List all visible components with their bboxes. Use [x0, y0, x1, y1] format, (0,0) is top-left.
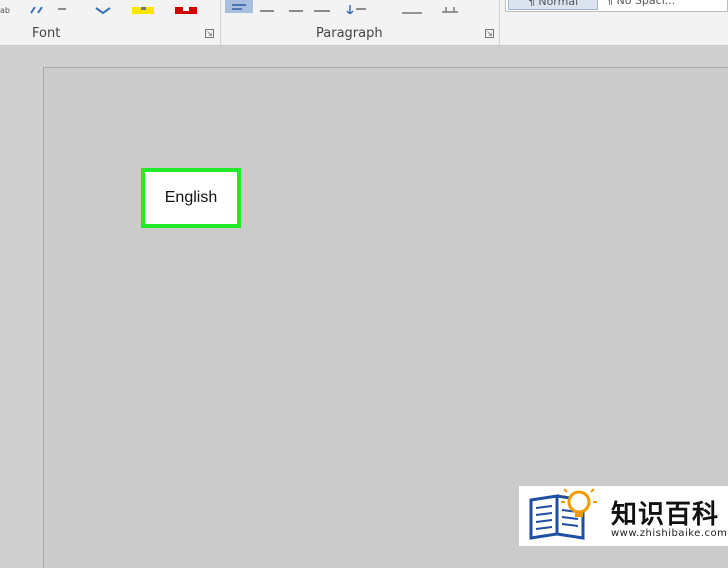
align-left-icon[interactable]	[225, 0, 253, 13]
document-area: English	[0, 46, 728, 568]
clear-formatting-icon[interactable]: ab	[0, 0, 20, 14]
highlight-icon[interactable]	[132, 0, 154, 14]
change-case-icon[interactable]	[30, 0, 46, 14]
font-color-icon[interactable]	[175, 0, 197, 14]
shading-icon[interactable]	[400, 0, 424, 14]
justify-icon[interactable]	[313, 0, 331, 12]
watermark-title: 知识百科	[611, 500, 720, 530]
ribbon: ab ¶ Normal ¶ No Spaci... Font ↘ Paragra…	[0, 0, 728, 46]
style-normal[interactable]: ¶ Normal	[508, 0, 598, 10]
watermark-logo: 知识百科 www.zhishibaike.com	[519, 486, 728, 546]
borders-icon[interactable]	[440, 0, 460, 13]
language-option-highlight[interactable]: English	[141, 168, 241, 228]
styles-gallery[interactable]: ¶ Normal ¶ No Spaci...	[505, 0, 728, 12]
align-right-icon[interactable]	[288, 0, 304, 12]
scissors-icon[interactable]	[94, 0, 112, 14]
center-icon[interactable]	[259, 0, 275, 12]
paragraph-group-label: Paragraph	[316, 26, 383, 41]
paragraph-dialog-launcher-icon[interactable]: ↘	[485, 29, 494, 38]
watermark-url: www.zhishibaike.com	[611, 528, 728, 539]
font-dialog-launcher-icon[interactable]: ↘	[205, 29, 214, 38]
style-no-spacing[interactable]: ¶ No Spaci...	[606, 0, 716, 10]
book-lightbulb-icon	[529, 488, 597, 540]
group-separator	[220, 0, 221, 45]
line-spacing-icon[interactable]	[346, 0, 368, 14]
svg-text:ab: ab	[0, 7, 10, 14]
language-option-english[interactable]: English	[145, 172, 237, 224]
text-effects-icon[interactable]	[56, 0, 68, 10]
font-group-label: Font	[32, 26, 61, 41]
group-separator	[499, 0, 500, 45]
